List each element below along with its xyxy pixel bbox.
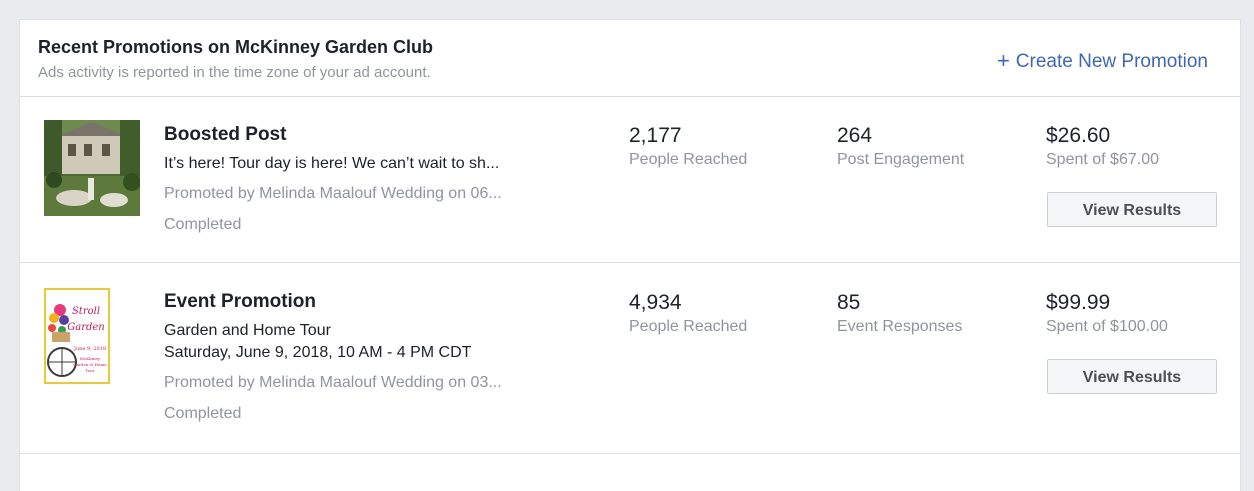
- promotion-status: Completed: [164, 216, 242, 233]
- view-results-button[interactable]: View Results: [1047, 359, 1217, 394]
- event-promotion-thumbnail[interactable]: Stroll Garden June 9, 2018 McKinney Gard…: [44, 288, 140, 384]
- create-new-promotion-link[interactable]: + Create New Promotion: [997, 47, 1208, 73]
- card-title: Recent Promotions on McKinney Garden Clu…: [38, 37, 434, 57]
- people-reached-stat: 4,934 People Reached: [629, 291, 747, 337]
- promoted-by-text: Promoted by Melinda Maalouf Wedding on 0…: [164, 185, 502, 202]
- promotions-card: Recent Promotions on McKinney Garden Clu…: [19, 19, 1241, 491]
- event-promotion-info: Event Promotion Garden and Home Tour Sat…: [164, 290, 502, 424]
- amount-spent-value: $99.99: [1046, 291, 1111, 314]
- boosted-post-thumbnail[interactable]: [44, 120, 140, 216]
- budget-label: Spent of $67.00: [1046, 151, 1159, 168]
- garden-house-photo-image: [44, 120, 140, 216]
- flyer-org-line1: McKinney: [80, 356, 101, 361]
- people-reached-value: 2,177: [629, 124, 682, 147]
- event-date-text: Saturday, June 9, 2018, 10 AM - 4 PM CDT: [164, 344, 472, 361]
- flyer-stroll-text: Stroll: [72, 306, 100, 317]
- flyer-org-line2: Garden & Home: [73, 362, 107, 367]
- event-name-text: Garden and Home Tour: [164, 322, 331, 339]
- flyer-date-text: June 9, 2018: [73, 346, 106, 352]
- flyer-garden-text: Garden: [67, 322, 105, 333]
- stroll-garden-flyer-image: Stroll Garden June 9, 2018 McKinney Gard…: [44, 288, 110, 384]
- amount-spent-stat: $26.60 Spent of $67.00: [1046, 124, 1159, 170]
- event-responses-label: Event Responses: [837, 318, 963, 335]
- create-new-promotion-label: Create New Promotion: [1015, 51, 1208, 72]
- promotion-row-boosted-post: Boosted Post It’s here! Tour day is here…: [20, 96, 1240, 263]
- people-reached-label: People Reached: [629, 318, 748, 335]
- people-reached-label: People Reached: [629, 151, 748, 168]
- flyer-org-line3: Tour: [85, 368, 94, 373]
- promotion-post-text: It’s here! Tour day is here! We can’t wa…: [164, 155, 500, 172]
- promotion-status: Completed: [164, 405, 242, 422]
- card-header: Recent Promotions on McKinney Garden Clu…: [20, 20, 1240, 97]
- card-subtitle: Ads activity is reported in the time zon…: [38, 64, 431, 81]
- promotion-type[interactable]: Boosted Post: [164, 123, 502, 147]
- event-responses-stat: 85 Event Responses: [837, 291, 962, 337]
- boosted-post-info: Boosted Post It’s here! Tour day is here…: [164, 123, 502, 235]
- promoted-by-text: Promoted by Melinda Maalouf Wedding on 0…: [164, 374, 502, 391]
- amount-spent-stat: $99.99 Spent of $100.00: [1046, 291, 1168, 337]
- view-results-button[interactable]: View Results: [1047, 192, 1217, 227]
- amount-spent-value: $26.60: [1046, 124, 1111, 147]
- event-responses-value: 85: [837, 291, 861, 314]
- post-engagement-value: 264: [837, 124, 873, 147]
- budget-label: Spent of $100.00: [1046, 318, 1168, 335]
- promotion-row-event-promotion: Stroll Garden June 9, 2018 McKinney Gard…: [20, 263, 1240, 454]
- promotion-type[interactable]: Event Promotion: [164, 290, 502, 314]
- plus-icon: +: [996, 48, 1010, 73]
- post-engagement-label: Post Engagement: [837, 151, 965, 168]
- people-reached-stat: 2,177 People Reached: [629, 124, 747, 170]
- people-reached-value: 4,934: [629, 291, 682, 314]
- post-engagement-stat: 264 Post Engagement: [837, 124, 964, 170]
